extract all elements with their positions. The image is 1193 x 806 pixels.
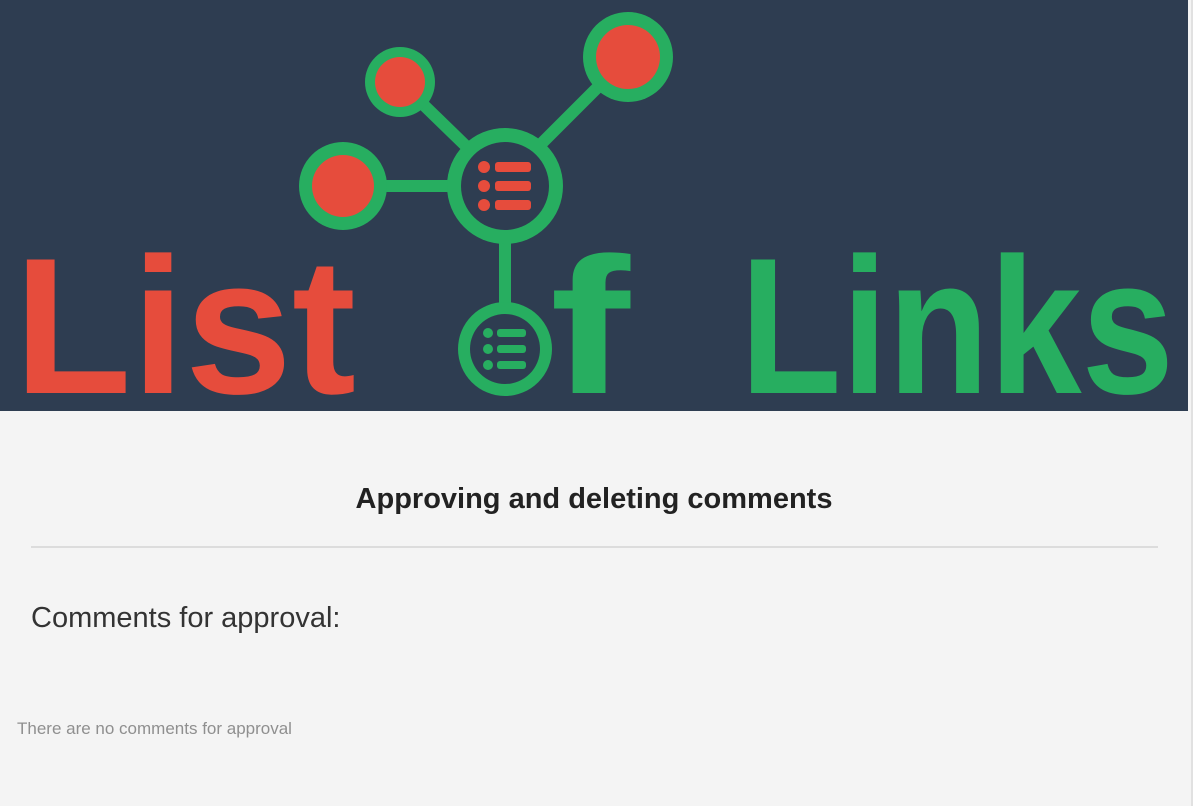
logo-word-list: List: [14, 218, 356, 411]
comments-section-title: Comments for approval:: [31, 602, 341, 634]
page: List f Links Approving and deleting comm…: [0, 0, 1193, 806]
empty-comments-message: There are no comments for approval: [17, 719, 292, 738]
list-hub-icon: [447, 128, 563, 244]
logo-word-of: f: [550, 218, 630, 411]
node-top-left: [365, 47, 435, 117]
page-title: Approving and deleting comments: [355, 483, 833, 515]
title-divider: [31, 546, 1158, 548]
list-o-icon: [458, 302, 552, 396]
logo-word-links: Links: [740, 218, 1174, 411]
logo-banner: List f Links: [0, 0, 1188, 411]
node-left: [299, 142, 387, 230]
node-top-right: [583, 12, 673, 102]
list-of-links-logo: List f Links: [14, 12, 1174, 411]
